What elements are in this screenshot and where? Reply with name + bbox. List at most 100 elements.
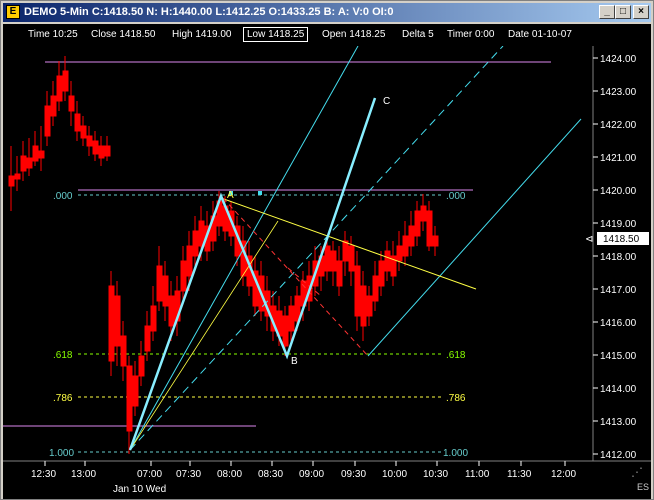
price-label: 1423.00	[600, 87, 637, 98]
point-a-label: A	[227, 190, 234, 201]
candle-body	[74, 113, 81, 132]
time-label: 11:00	[465, 469, 490, 480]
price-axis: 1424.00 1423.00 1422.00 1421.00 1420.00 …	[593, 54, 637, 461]
price-label: 1424.00	[600, 54, 637, 65]
candle-body	[80, 125, 87, 139]
candle-body	[144, 325, 151, 352]
time-axis: 12:30 13:00 07:00 07:30 08:00 08:30 09:0…	[31, 461, 576, 495]
fib-handle[interactable]	[258, 191, 262, 195]
candle-body	[92, 140, 99, 155]
time-label: 11:30	[507, 469, 532, 480]
candle-body	[282, 315, 289, 347]
price-label: 1422.00	[600, 120, 637, 131]
fib-label-right: .786	[446, 393, 466, 404]
candle-body	[56, 75, 63, 102]
price-label: 1418.00	[600, 252, 637, 263]
candle-body	[336, 260, 343, 287]
time-label: 13:00	[71, 469, 96, 480]
price-label: 1421.00	[600, 153, 637, 164]
time-label: 08:00	[217, 469, 242, 480]
price-label: 1413.00	[600, 417, 637, 428]
price-label: 1417.00	[600, 285, 637, 296]
candle-body	[14, 173, 21, 180]
price-label: 1419.00	[600, 219, 637, 230]
candle-body	[86, 135, 93, 147]
candle-body	[408, 225, 415, 247]
candle-body	[62, 70, 69, 92]
candle-body	[20, 155, 27, 172]
candle-body	[156, 265, 163, 302]
channel-line-lower[interactable]	[367, 118, 582, 357]
candle-body	[186, 245, 193, 277]
info-date: Date 01-10-07	[508, 29, 572, 40]
time-label: 07:00	[137, 469, 162, 480]
candle-body	[132, 375, 139, 407]
candle-body	[150, 305, 157, 332]
candle-body	[426, 210, 433, 247]
channel-line-median[interactable]	[129, 46, 504, 451]
price-label: 1420.00	[600, 186, 637, 197]
info-close: Close 1418.50	[91, 29, 156, 40]
time-label: 10:00	[382, 469, 407, 480]
candle-body	[26, 157, 33, 169]
current-price-label: 1418.50	[603, 234, 640, 245]
price-chart[interactable]: 1424.00 1423.00 1422.00 1421.00 1420.00 …	[3, 46, 651, 499]
time-label: 10:30	[423, 469, 448, 480]
candle-body	[378, 260, 385, 287]
candle-body	[50, 95, 57, 117]
candle-body	[168, 295, 175, 327]
candle-body	[342, 240, 349, 262]
candle-body	[330, 250, 337, 272]
candle-body	[44, 105, 51, 137]
info-high: High 1419.00	[172, 29, 232, 40]
time-label: 07:30	[176, 469, 201, 480]
candle-body	[414, 210, 421, 237]
candle-body	[38, 150, 45, 159]
price-label: 1416.00	[600, 318, 637, 329]
candle-body	[104, 145, 111, 157]
title-bar[interactable]: E DEMO 5-Min C:1418.50 N: H:1440.00 L:14…	[3, 3, 651, 22]
info-timer: Timer 0:00	[447, 29, 495, 40]
candle-body	[138, 355, 145, 377]
candle-body	[114, 295, 121, 347]
candle-body	[420, 205, 427, 222]
candle-body	[32, 145, 39, 162]
fib-label-right: 1.000	[443, 448, 468, 459]
close-button[interactable]: ×	[633, 5, 649, 19]
candle-body	[192, 230, 199, 257]
fib-label-left: .618	[53, 350, 73, 361]
fib-label-left: 1.000	[49, 448, 74, 459]
maximize-button[interactable]: □	[615, 5, 631, 19]
window-title: DEMO 5-Min C:1418.50 N: H:1440.00 L:1412…	[24, 6, 394, 18]
chart-window: E DEMO 5-Min C:1418.50 N: H:1440.00 L:14…	[0, 0, 654, 500]
time-label: 08:30	[258, 469, 283, 480]
info-open: Open 1418.25	[322, 29, 386, 40]
symbol-footer: ES	[637, 482, 649, 492]
fib-label-right: .618	[446, 350, 466, 361]
info-delta: Delta 5	[402, 29, 434, 40]
candle-body	[108, 285, 115, 362]
time-label: 12:30	[31, 469, 56, 480]
candle-body	[396, 245, 403, 262]
resize-grip-icon[interactable]: ⋰	[631, 465, 643, 479]
time-label: 12:00	[551, 469, 576, 480]
candle-body	[180, 260, 187, 292]
candle-body	[432, 235, 439, 247]
candle-body	[98, 145, 105, 159]
price-label: 1415.00	[600, 351, 637, 362]
info-low[interactable]: Low 1418.25	[243, 27, 309, 42]
candle-body	[384, 250, 391, 272]
candle-body	[126, 365, 133, 432]
candle-body	[324, 245, 331, 272]
candle-body	[348, 245, 355, 272]
candle-body	[360, 285, 367, 327]
candle-body	[366, 295, 373, 317]
candle-body	[68, 95, 75, 112]
time-label: 09:00	[299, 469, 324, 480]
fan-line-shallow[interactable]	[129, 220, 279, 451]
candle-body	[372, 275, 379, 302]
candle-body	[8, 175, 15, 187]
price-label: 1414.00	[600, 384, 637, 395]
minimize-button[interactable]: _	[599, 5, 615, 19]
time-label: 09:30	[341, 469, 366, 480]
